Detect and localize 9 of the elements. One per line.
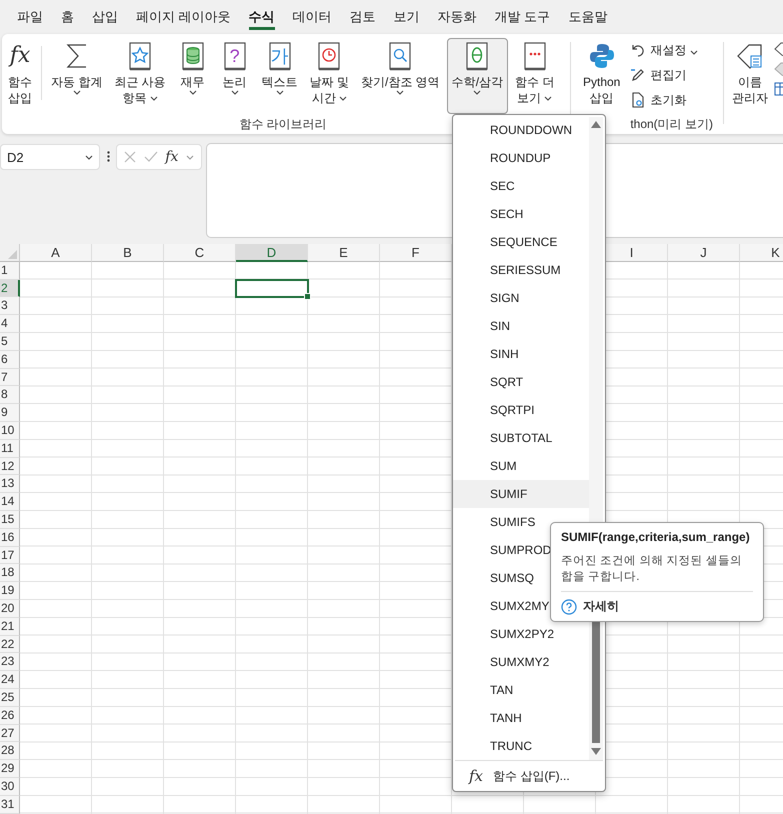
group-label: 함수 라이브러리 bbox=[239, 116, 327, 132]
function-icon: fx bbox=[469, 767, 484, 785]
cell-reference: D2 bbox=[7, 150, 24, 164]
book-glyph: ? bbox=[230, 47, 240, 65]
group-label: thon(미리 보기) bbox=[630, 116, 713, 132]
tooltip-title: SUMIF(range,criteria,sum_range) bbox=[561, 529, 751, 545]
book-glyph: 가 bbox=[270, 47, 289, 65]
tooltip-description: 주어진 조건에 의해 지정된 셀들의 합을 구합니다. bbox=[561, 553, 753, 592]
function-icon: fx bbox=[10, 41, 30, 71]
